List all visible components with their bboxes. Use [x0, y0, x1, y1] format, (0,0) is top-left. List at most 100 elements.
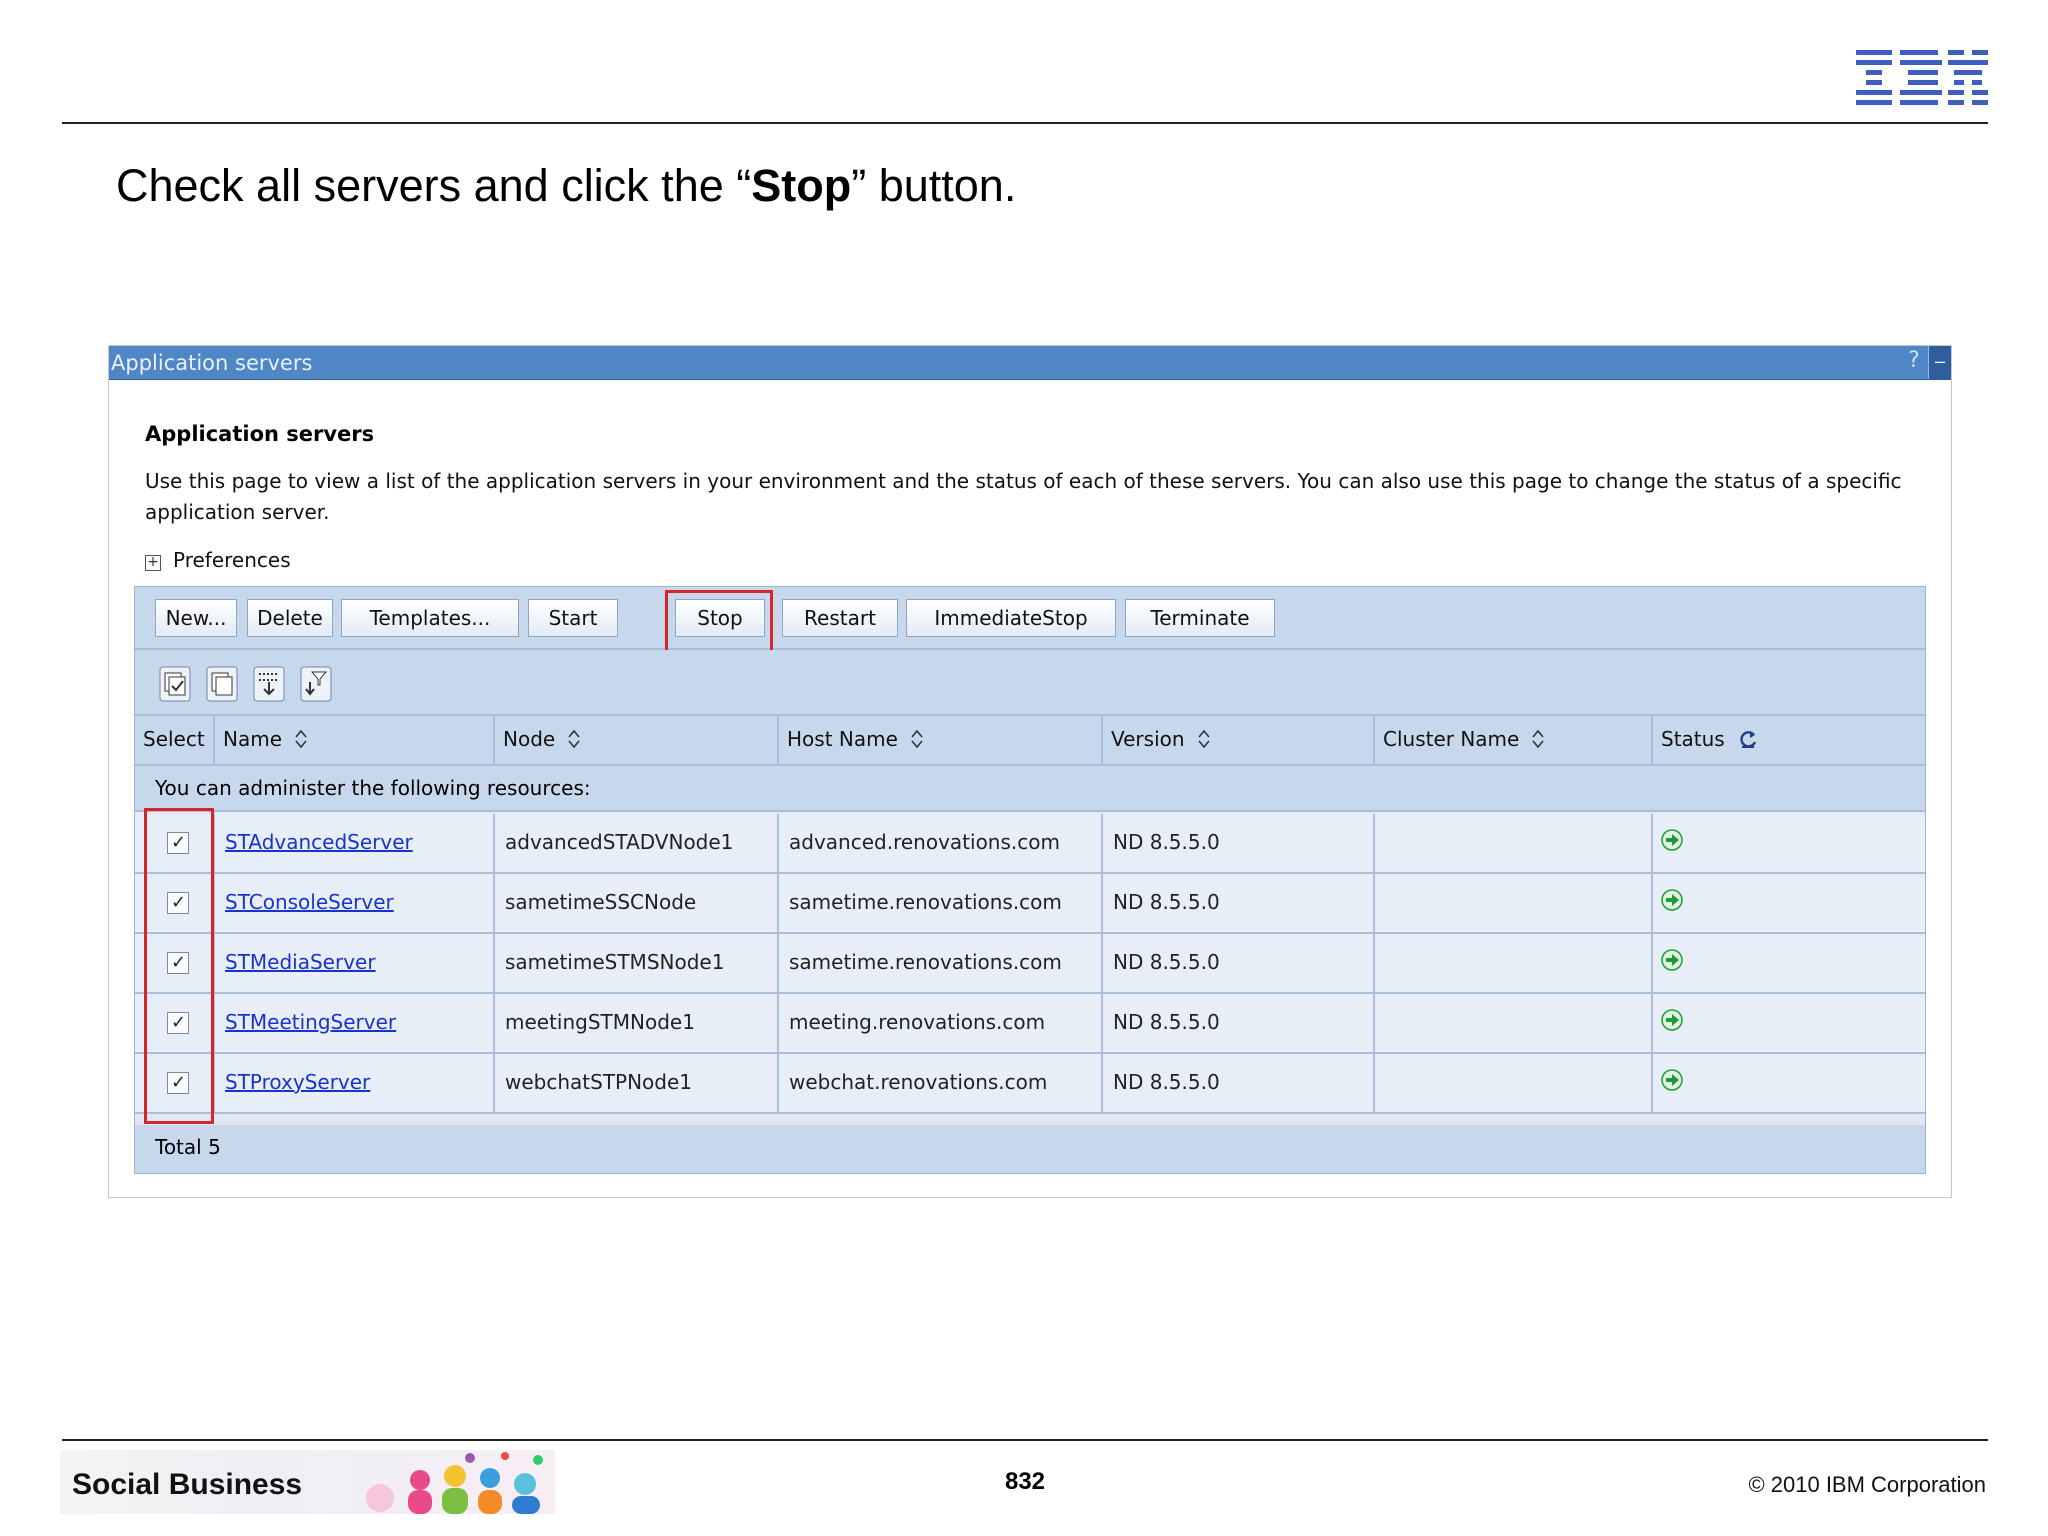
preferences-label: Preferences: [173, 548, 291, 572]
stop-button-highlight: [665, 590, 773, 656]
table-header: Select Name Node Host Name Version Clust…: [135, 716, 1925, 766]
node-cell: advancedSTADVNode1: [495, 814, 779, 872]
col-name-label: Name: [223, 727, 283, 751]
immediate-stop-button[interactable]: ImmediateStop: [906, 599, 1116, 637]
expand-filter-icon[interactable]: [253, 666, 285, 702]
version-cell: ND 8.5.5.0: [1103, 814, 1375, 872]
button-toolbar: New... Delete Templates... Start Stop Re…: [135, 587, 1925, 656]
panel-header: Application servers ? –: [109, 346, 1951, 380]
slide-title: Check all servers and click the “Stop” b…: [116, 160, 1017, 211]
server-link[interactable]: STProxyServer: [225, 1070, 370, 1094]
start-button[interactable]: Start: [528, 599, 618, 637]
server-link[interactable]: STMediaServer: [225, 950, 376, 974]
host-cell: meeting.renovations.com: [779, 994, 1103, 1052]
col-node[interactable]: Node: [495, 716, 779, 764]
help-icon[interactable]: ?: [1903, 348, 1925, 376]
application-servers-panel: Application servers ? – Application serv…: [108, 345, 1952, 1198]
cluster-cell: [1375, 874, 1653, 932]
social-business-banner: Social Business: [60, 1450, 555, 1514]
status-refresh-icon[interactable]: [1737, 728, 1759, 750]
cluster-cell: [1375, 934, 1653, 992]
delete-button[interactable]: Delete: [247, 599, 333, 637]
sort-icon[interactable]: [294, 728, 308, 750]
node-cell: webchatSTPNode1: [495, 1054, 779, 1112]
status-cell: [1653, 874, 1925, 932]
table-row: ✓ STConsoleServer sametimeSSCNode sameti…: [135, 874, 1925, 934]
header-divider: [62, 122, 1988, 124]
node-cell: sametimeSTMSNode1: [495, 934, 779, 992]
resources-message: You can administer the following resourc…: [135, 766, 1925, 812]
host-cell: advanced.renovations.com: [779, 814, 1103, 872]
templates-button[interactable]: Templates...: [341, 599, 519, 637]
cluster-cell: [1375, 994, 1653, 1052]
total-count: Total 5: [135, 1125, 1925, 1173]
status-cell: [1653, 994, 1925, 1052]
clear-filter-icon[interactable]: [300, 666, 332, 702]
version-cell: ND 8.5.5.0: [1103, 874, 1375, 932]
col-cluster-name[interactable]: Cluster Name: [1375, 716, 1653, 764]
copyright: © 2010 IBM Corporation: [1748, 1472, 1986, 1497]
server-link[interactable]: STConsoleServer: [225, 890, 394, 914]
cluster-cell: [1375, 814, 1653, 872]
new-button[interactable]: New...: [155, 599, 237, 637]
page-number: 832: [1004, 1468, 1046, 1495]
ibm-logo: [1856, 50, 1988, 105]
people-graphic-icon: [366, 1452, 543, 1514]
servers-collection: New... Delete Templates... Start Stop Re…: [134, 586, 1926, 1174]
cluster-cell: [1375, 1054, 1653, 1112]
panel-header-title: Application servers: [111, 351, 313, 375]
col-select: Select: [135, 716, 215, 764]
version-cell: ND 8.5.5.0: [1103, 934, 1375, 992]
restart-button[interactable]: Restart: [782, 599, 898, 637]
name-cell: STConsoleServer: [215, 874, 495, 932]
page-heading: Application servers: [145, 422, 375, 446]
checkbox-column-highlight: [144, 808, 214, 1124]
status-started-icon: [1661, 829, 1683, 851]
name-cell: STProxyServer: [215, 1054, 495, 1112]
name-cell: STMeetingServer: [215, 994, 495, 1052]
status-started-icon: [1661, 889, 1683, 911]
server-link[interactable]: STAdvancedServer: [225, 830, 413, 854]
status-cell: [1653, 1054, 1925, 1112]
col-name[interactable]: Name: [215, 716, 495, 764]
table-row: ✓ STMeetingServer meetingSTMNode1 meetin…: [135, 994, 1925, 1054]
col-status-label: Status: [1661, 727, 1725, 751]
name-cell: STAdvancedServer: [215, 814, 495, 872]
select-all-icon[interactable]: [159, 666, 191, 702]
col-version[interactable]: Version: [1103, 716, 1375, 764]
host-cell: webchat.renovations.com: [779, 1054, 1103, 1112]
page-description: Use this page to view a list of the appl…: [145, 469, 1902, 524]
version-cell: ND 8.5.5.0: [1103, 994, 1375, 1052]
name-cell: STMediaServer: [215, 934, 495, 992]
status-started-icon: [1661, 1069, 1683, 1091]
node-cell: meetingSTMNode1: [495, 994, 779, 1052]
col-host-name[interactable]: Host Name: [779, 716, 1103, 764]
col-status: Status: [1653, 716, 1925, 764]
status-cell: [1653, 934, 1925, 992]
col-cluster-name-label: Cluster Name: [1383, 727, 1520, 751]
host-cell: sametime.renovations.com: [779, 934, 1103, 992]
status-cell: [1653, 814, 1925, 872]
col-host-name-label: Host Name: [787, 727, 898, 751]
expand-icon[interactable]: +: [145, 555, 161, 571]
status-started-icon: [1661, 949, 1683, 971]
footer-divider: [62, 1439, 1988, 1441]
table-row: ✓ STProxyServer webchatSTPNode1 webchat.…: [135, 1054, 1925, 1114]
server-link[interactable]: STMeetingServer: [225, 1010, 396, 1034]
table-row: ✓ STAdvancedServer advancedSTADVNode1 ad…: [135, 814, 1925, 874]
sort-icon[interactable]: [1531, 728, 1545, 750]
host-cell: sametime.renovations.com: [779, 874, 1103, 932]
sort-icon[interactable]: [567, 728, 581, 750]
sort-icon[interactable]: [1197, 728, 1211, 750]
minimize-icon[interactable]: –: [1928, 346, 1951, 379]
footer-brand: Social Business: [72, 1468, 303, 1501]
preferences-toggle[interactable]: + Preferences: [145, 548, 291, 572]
table-row: ✓ STMediaServer sametimeSTMSNode1 sameti…: [135, 934, 1925, 994]
deselect-all-icon[interactable]: [206, 666, 238, 702]
slide-title-bold: Stop: [751, 160, 852, 211]
node-cell: sametimeSSCNode: [495, 874, 779, 932]
sort-icon[interactable]: [910, 728, 924, 750]
col-version-label: Version: [1111, 727, 1185, 751]
terminate-button[interactable]: Terminate: [1125, 599, 1275, 637]
status-started-icon: [1661, 1009, 1683, 1031]
